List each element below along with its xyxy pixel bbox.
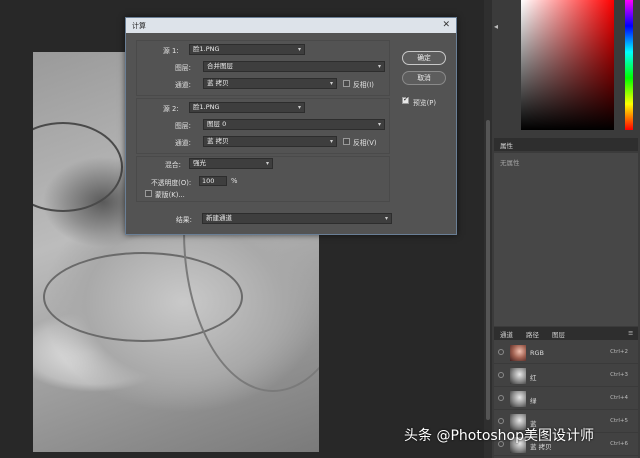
tab-channels[interactable]: 通道 (500, 329, 513, 339)
visibility-icon[interactable] (498, 395, 504, 401)
hue-slider[interactable] (625, 0, 633, 130)
opacity-label: 不透明度(O): (151, 179, 192, 187)
source2-channel-label: 通道: (175, 139, 191, 147)
source1-invert-label: 反相(I) (353, 81, 374, 89)
chevron-down-icon: ▾ (377, 63, 381, 70)
tab-layers[interactable]: 图层 (552, 329, 565, 339)
channel-name: 绿 (530, 397, 537, 405)
source1-layer-label: 图层: (175, 64, 191, 72)
channel-shortcut: Ctrl+5 (610, 418, 628, 424)
chevron-down-icon: ▾ (329, 80, 333, 87)
chevron-down-icon: ▾ (297, 104, 301, 111)
source2-layer-dropdown[interactable]: 图层 0 ▾ (203, 119, 385, 130)
source1-channel-dropdown[interactable]: 蓝 拷贝 ▾ (203, 78, 337, 89)
channel-row-red[interactable]: 红 Ctrl+3 (494, 365, 638, 387)
ok-button[interactable]: 确定 (402, 51, 446, 65)
collapse-icon[interactable]: ◂ (494, 22, 504, 32)
source2-invert-checkbox[interactable] (343, 138, 350, 145)
mask-checkbox[interactable] (145, 190, 152, 197)
chevron-down-icon: ▾ (265, 160, 269, 167)
channel-name: RGB (530, 349, 545, 357)
source2-group: 源 2: 脸1.PNG ▾ 图层: 图层 0 ▾ 通道: 蓝 拷贝 ▾ 反相(V) (136, 98, 390, 154)
source1-label: 源 1: (163, 47, 179, 55)
source1-channel-label: 通道: (175, 81, 191, 89)
channel-shortcut: Ctrl+2 (610, 349, 628, 355)
properties-header: 属性 (494, 138, 638, 151)
channel-row-rgb[interactable]: RGB Ctrl+2 (494, 342, 638, 364)
channels-header: 通道 路径 图层 ≡ (494, 327, 638, 340)
opacity-unit: % (231, 177, 238, 185)
channel-shortcut: Ctrl+3 (610, 372, 628, 378)
properties-body: 无属性 (494, 153, 638, 326)
channel-thumbnail (510, 368, 526, 384)
channel-thumbnail (510, 345, 526, 361)
source1-invert-checkbox[interactable] (343, 80, 350, 87)
source2-invert-label: 反相(V) (353, 139, 377, 147)
source2-layer-label: 图层: (175, 122, 191, 130)
dialog-title: 计算 (132, 22, 146, 30)
tab-properties[interactable]: 属性 (500, 140, 513, 150)
preview-checkbox[interactable] (402, 95, 409, 104)
color-picker-field[interactable] (521, 0, 614, 130)
channel-row-green[interactable]: 绿 Ctrl+4 (494, 388, 638, 410)
visibility-icon[interactable] (498, 418, 504, 424)
right-panels: ◂ 属性 无属性 通道 路径 图层 ≡ RGB Ctrl+2 红 Ctrl+3 … (492, 0, 640, 458)
opacity-input[interactable]: 100 (199, 176, 227, 186)
tab-paths[interactable]: 路径 (526, 329, 539, 339)
blending-mode-dropdown[interactable]: 强光 ▾ (189, 158, 273, 169)
calculations-dialog: 计算 ✕ 源 1: 脸1.PNG ▾ 图层: 合并图层 ▾ 通道: 蓝 拷贝 ▾ 反相… (125, 17, 457, 235)
properties-empty-text: 无属性 (500, 159, 520, 167)
cancel-button[interactable]: 取消 (402, 71, 446, 85)
panel-menu-icon[interactable]: ≡ (628, 329, 633, 337)
source1-group: 源 1: 脸1.PNG ▾ 图层: 合并图层 ▾ 通道: 蓝 拷贝 ▾ 反相(I) (136, 40, 390, 96)
mask-label[interactable]: 蒙版(K)... (155, 189, 185, 199)
blending-label: 混合: (165, 161, 181, 169)
close-icon[interactable]: ✕ (442, 20, 450, 30)
result-label: 结果: (176, 216, 192, 224)
scrollbar-thumb[interactable] (486, 120, 490, 420)
visibility-icon[interactable] (498, 372, 504, 378)
chevron-down-icon: ▾ (377, 121, 381, 128)
chevron-down-icon: ▾ (384, 215, 388, 222)
chevron-down-icon: ▾ (329, 138, 333, 145)
channel-thumbnail (510, 391, 526, 407)
chevron-down-icon: ▾ (297, 46, 301, 53)
result-dropdown[interactable]: 新建通道 ▾ (202, 213, 392, 224)
channel-name: 红 (530, 374, 537, 382)
dialog-titlebar[interactable]: 计算 ✕ (126, 18, 456, 33)
channel-shortcut: Ctrl+6 (610, 441, 628, 447)
blending-group: 混合: 强光 ▾ 不透明度(O): 100 % 蒙版(K)... (136, 156, 390, 202)
source1-layer-dropdown[interactable]: 合并图层 ▾ (203, 61, 385, 72)
channel-shortcut: Ctrl+4 (610, 395, 628, 401)
image-shadow-eye (33, 122, 123, 212)
source2-label: 源 2: (163, 105, 179, 113)
watermark-text: 头条 @Photoshop美图设计师 (404, 428, 595, 444)
preview-label[interactable]: 预览(P) (413, 97, 436, 107)
source2-channel-dropdown[interactable]: 蓝 拷贝 ▾ (203, 136, 337, 147)
visibility-icon[interactable] (498, 349, 504, 355)
canvas-scrollbar[interactable] (484, 0, 492, 458)
source1-file-dropdown[interactable]: 脸1.PNG ▾ (189, 44, 305, 55)
source2-file-dropdown[interactable]: 脸1.PNG ▾ (189, 102, 305, 113)
